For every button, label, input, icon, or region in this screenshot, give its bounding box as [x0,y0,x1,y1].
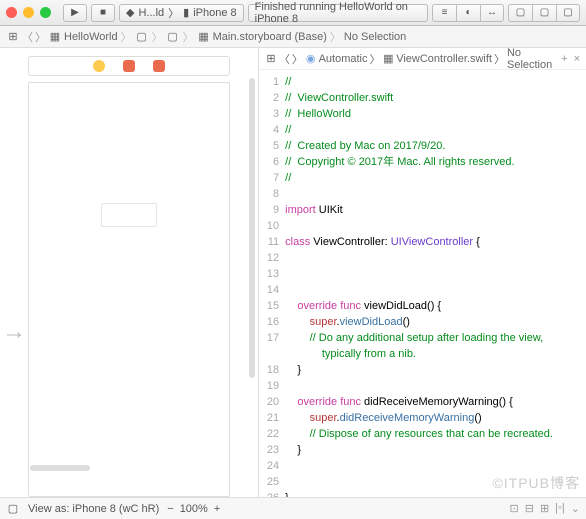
toggle-utilities-button[interactable]: ▢ [556,4,580,22]
related-items-icon[interactable]: ⊞ [265,52,277,66]
assistant-editor-button[interactable]: ◐ [456,4,480,22]
storyboard-icon: ▦ [197,30,211,44]
zoom-control: − 100% + [167,503,220,515]
chevron-right-icon: 〉 [168,5,179,21]
storyboard-panel [0,48,259,497]
exit-icon [153,60,165,72]
assistant-editor: ⊞ 〈 〉 ◉ Automatic 〉 ▦ ViewController.swi… [259,48,586,497]
folder-icon: ▢ [166,30,180,44]
back-icon[interactable]: 〈 [22,29,33,45]
crumb-mode[interactable]: Automatic [319,53,368,65]
status-text: Finished running HelloWorld on iPhone 8 [255,1,421,25]
stop-button[interactable]: ■ [91,4,115,22]
editor-split: → ⊞ 〈 〉 ◉ Automatic 〉 ▦ ViewController.s… [0,48,586,497]
scene-header[interactable] [28,56,230,76]
resolve-icon[interactable]: |◦| [555,502,565,515]
constraint-icon[interactable]: ⊡ [510,502,519,515]
placeholder-view[interactable] [101,203,157,227]
related-items-icon[interactable]: ⊞ [6,30,20,44]
crumb-selection[interactable]: No Selection [344,31,406,43]
panel-toggle-group: ▢ ▢ ▢ [508,4,580,22]
add-assistant-icon[interactable]: + [561,53,567,65]
automatic-icon: ◉ [305,52,317,66]
editor-mode-group: ≡ ◐ ↔ [432,4,504,22]
embed-icon[interactable]: ⌄ [571,502,580,515]
scheme-selector[interactable]: ◆ H...ld 〉 ▮ iPhone 8 [119,4,244,22]
device-icon: ▮ [183,6,189,19]
folder-icon: ▢ [135,30,149,44]
first-responder-icon [123,60,135,72]
forward-icon[interactable]: 〉 [292,51,303,67]
toggle-navigator-button[interactable]: ▢ [508,4,532,22]
jump-bar-left: ⊞ 〈 〉 ▦ HelloWorld 〉 ▢ 〉 ▢ 〉 ▦ Main.stor… [0,26,586,48]
vertical-scrollbar[interactable] [249,78,255,378]
pin-icon[interactable]: ⊞ [540,502,549,515]
crumb-selection[interactable]: No Selection [507,47,559,71]
crumb-file[interactable]: ViewController.swift [396,53,492,65]
watermark: ©ITPUB博客 [492,473,580,493]
project-icon: ▦ [48,30,62,44]
close-assistant-icon[interactable]: × [574,53,580,65]
zoom-in-button[interactable]: + [214,503,220,515]
crumb-project[interactable]: HelloWorld [64,31,118,43]
app-icon: ◆ [126,6,134,19]
run-button[interactable]: ▶ [63,4,87,22]
canvas-bottom-bar: ▢ View as: iPhone 8 (wC hR) − 100% + ⊡ ⊟… [0,497,586,519]
zoom-out-button[interactable]: − [167,503,173,515]
outline-toggle-icon[interactable]: ▢ [6,502,20,516]
standard-editor-button[interactable]: ≡ [432,4,456,22]
scheme-label: H...ld [138,7,164,19]
device-label: iPhone 8 [193,7,236,19]
window-toolbar: ▶ ■ ◆ H...ld 〉 ▮ iPhone 8 Finished runni… [0,0,586,26]
swift-file-icon: ▦ [383,52,395,66]
crumb-file[interactable]: Main.storyboard (Base) [213,31,327,43]
maximize-icon[interactable] [40,7,51,18]
window-controls [6,7,51,18]
jump-bar-right: ⊞ 〈 〉 ◉ Automatic 〉 ▦ ViewController.swi… [259,48,586,70]
forward-icon[interactable]: 〉 [35,29,46,45]
viewcontroller-icon [93,60,105,72]
source-editor[interactable]: 1//2// ViewController.swift3// HelloWorl… [259,70,586,497]
view-as-label[interactable]: View as: iPhone 8 (wC hR) [28,503,159,515]
version-editor-button[interactable]: ↔ [480,4,504,22]
close-icon[interactable] [6,7,17,18]
align-icon[interactable]: ⊟ [525,502,534,515]
minimize-icon[interactable] [23,7,34,18]
storyboard-canvas[interactable] [28,82,230,497]
back-icon[interactable]: 〈 [279,51,290,67]
activity-status: Finished running HelloWorld on iPhone 8 [248,4,428,22]
horizontal-scrollbar[interactable] [30,465,90,471]
zoom-level: 100% [180,503,208,515]
toggle-debug-button[interactable]: ▢ [532,4,556,22]
